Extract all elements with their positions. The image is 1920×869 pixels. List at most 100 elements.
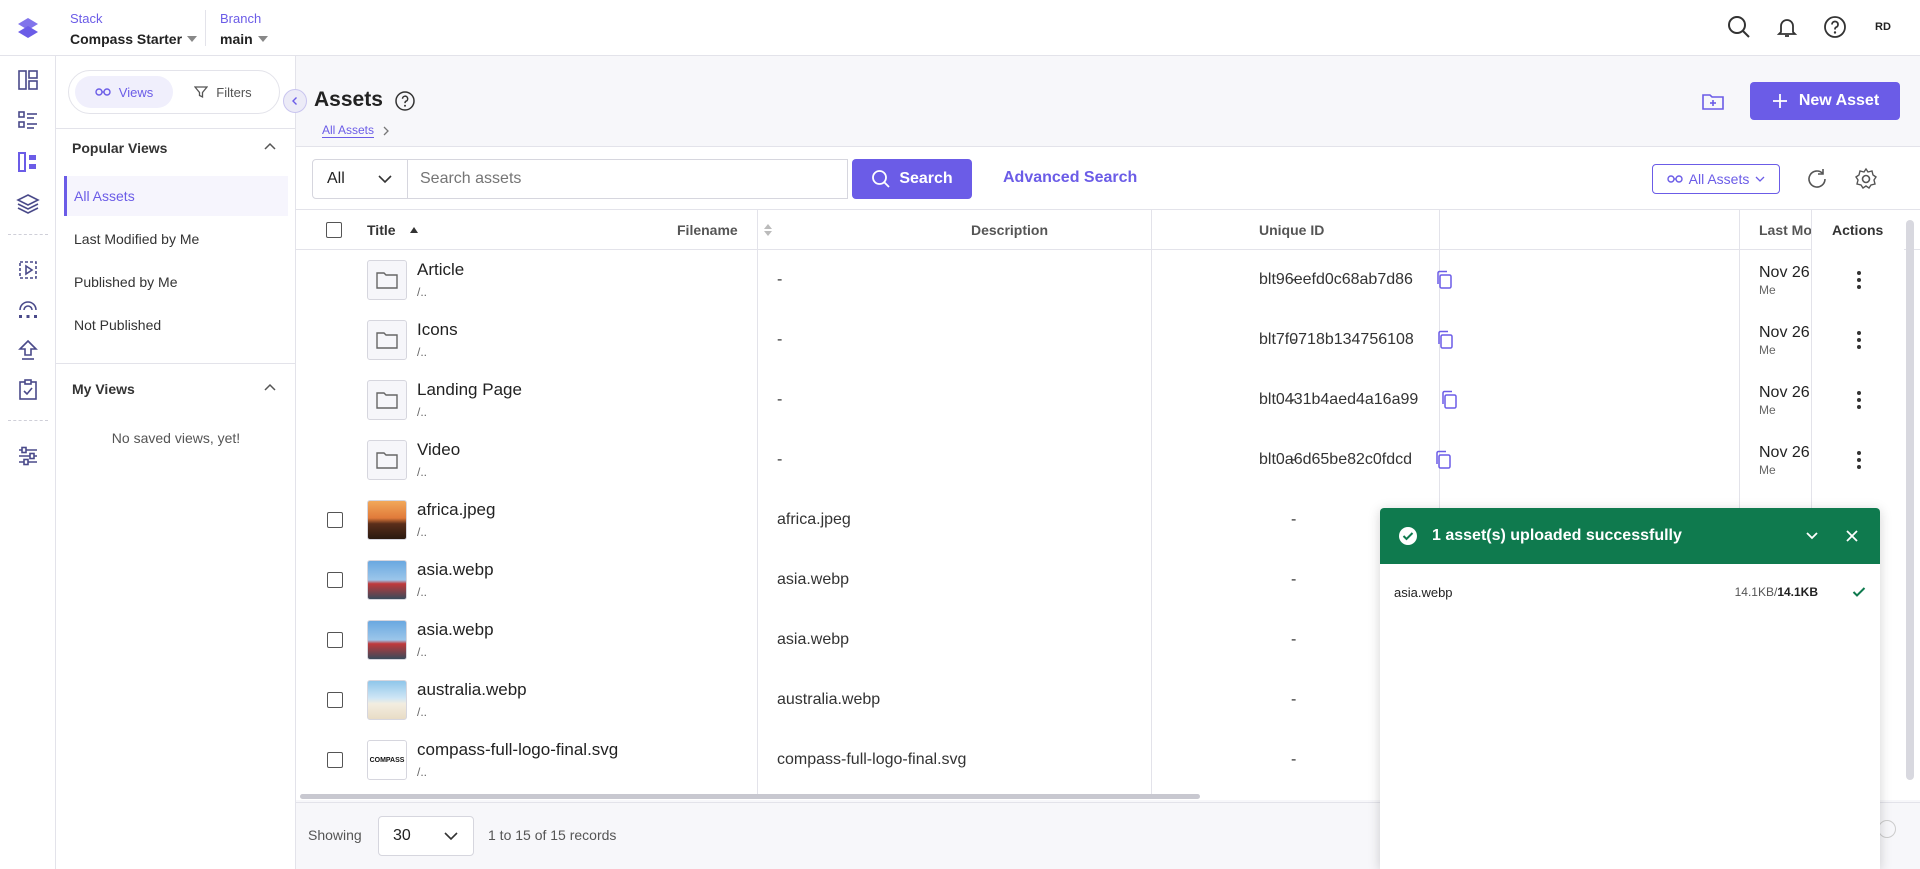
image-thumbnail [367,680,407,720]
divider [56,128,296,129]
copy-icon[interactable] [1435,270,1453,290]
row-checkbox[interactable] [327,512,343,528]
views-panel: Views Filters Popular Views All Assets L… [56,56,296,869]
copy-icon[interactable] [1434,450,1452,470]
modified-date: Nov 26 [1759,324,1810,341]
asset-path: /.. [417,525,428,539]
more-vertical-icon [1856,331,1861,349]
refresh-icon[interactable] [1805,167,1829,191]
table-row[interactable]: Video/.. - - blt0a6d65be82c0fdcd Nov 26 Me [296,430,1920,490]
search-input[interactable] [408,159,848,199]
header-title-label: Title [367,222,396,238]
more-vertical-icon [1856,271,1861,289]
asset-title[interactable]: asia.webp [417,560,494,580]
webhooks-icon[interactable] [14,296,42,324]
asset-title[interactable]: australia.webp [417,680,527,700]
row-checkbox[interactable] [327,752,343,768]
filters-tab[interactable]: Filters [173,76,273,108]
search-button-label: Search [899,170,953,187]
settings-sliders-icon[interactable] [14,442,42,470]
view-item-last-modified[interactable]: Last Modified by Me [64,219,288,259]
folder-icon [367,260,407,300]
help-icon[interactable] [1820,12,1850,42]
view-item-not-published[interactable]: Not Published [64,305,288,345]
tasks-icon[interactable] [14,376,42,404]
asset-description: - [1291,691,1297,708]
breadcrumb: All Assets [322,123,390,138]
logo-thumbnail: COMPASS [367,740,407,780]
asset-type-value: All [327,170,345,187]
chevron-down-icon [378,175,392,184]
asset-type-select[interactable]: All [312,159,408,199]
per-page-select[interactable]: 30 [378,816,474,856]
select-all-checkbox[interactable] [326,222,342,238]
asset-path: /.. [417,705,428,719]
asset-title[interactable]: asia.webp [417,620,494,640]
avatar[interactable]: RD [1868,12,1898,42]
scrollbar-thumb[interactable] [300,794,1200,799]
asset-uid: blt0431b4aed4a16a99 [1259,391,1419,408]
asset-filename: - [777,391,783,408]
records-count: 1 to 15 of 15 records [488,827,617,843]
releases-icon[interactable] [14,256,42,284]
breadcrumb-all-assets[interactable]: All Assets [322,123,375,138]
asset-title[interactable]: Icons [417,320,458,340]
asset-title[interactable]: Article [417,260,464,280]
gear-icon[interactable] [1854,167,1878,191]
copy-icon[interactable] [1436,330,1454,350]
top-actions: RD [1724,12,1898,42]
asset-title[interactable]: compass-full-logo-final.svg [417,740,618,760]
contentstack-logo-icon[interactable] [14,14,42,42]
row-actions-button[interactable] [1812,430,1905,490]
new-asset-button[interactable]: New Asset [1750,82,1900,120]
asset-title[interactable]: africa.jpeg [417,500,495,520]
help-icon[interactable] [394,90,416,112]
collapse-panel-button[interactable] [283,89,307,113]
branch-selector[interactable]: Branch main [220,11,268,49]
folder-icon [367,380,407,420]
table-row[interactable]: Article/.. - - blt96eefd0c68ab7d86 Nov 26 Me [296,250,1920,310]
stack-layers-icon[interactable] [14,190,42,218]
filter-icon [194,86,209,99]
row-actions-button[interactable] [1812,370,1905,430]
view-item-all-assets[interactable]: All Assets [64,176,288,216]
new-folder-icon[interactable] [1700,88,1726,114]
row-checkbox[interactable] [327,632,343,648]
asset-title[interactable]: Landing Page [417,380,522,400]
showing-label: Showing [308,827,362,843]
row-actions-button[interactable] [1812,310,1905,370]
close-icon[interactable] [1842,526,1862,546]
asset-uid: blt7f0718b134756108 [1259,331,1414,348]
view-item-published[interactable]: Published by Me [64,262,288,302]
asset-path: /.. [417,405,428,419]
next-page-icon[interactable] [1878,820,1896,838]
copy-icon[interactable] [1440,390,1458,410]
views-tab[interactable]: Views [75,76,173,108]
row-checkbox[interactable] [327,692,343,708]
popular-views-title: Popular Views [72,140,168,156]
chevron-up-icon[interactable] [263,381,277,395]
upload-file-name: asia.webp [1394,584,1453,600]
table-row[interactable]: Icons/.. - - blt7f0718b134756108 Nov 26 Me [296,310,1920,370]
bell-icon[interactable] [1772,12,1802,42]
search-icon[interactable] [1724,12,1754,42]
table-row[interactable]: Landing Page/.. - - blt0431b4aed4a16a99 Nov … [296,370,1920,430]
chevron-up-icon[interactable] [263,140,277,154]
row-actions-button[interactable] [1812,250,1905,310]
my-views-empty: No saved views, yet! [111,430,241,446]
row-checkbox[interactable] [327,572,343,588]
dashboard-icon[interactable] [14,66,42,94]
content-types-icon[interactable] [14,106,42,134]
vertical-scrollbar[interactable] [1906,220,1914,780]
chevron-down-icon[interactable] [1802,526,1822,546]
advanced-search-link[interactable]: Advanced Search [1003,169,1137,187]
search-button[interactable]: Search [852,159,972,199]
publish-queue-icon[interactable] [14,336,42,364]
asset-description: - [1291,631,1297,648]
views-filters-toggle: Views Filters [68,70,280,114]
scope-dropdown[interactable]: All Assets [1652,164,1780,194]
asset-title[interactable]: Video [417,440,460,460]
assets-icon[interactable] [14,148,42,176]
stack-selector[interactable]: Stack Compass Starter [70,11,198,49]
header-title[interactable]: Title [367,210,418,250]
